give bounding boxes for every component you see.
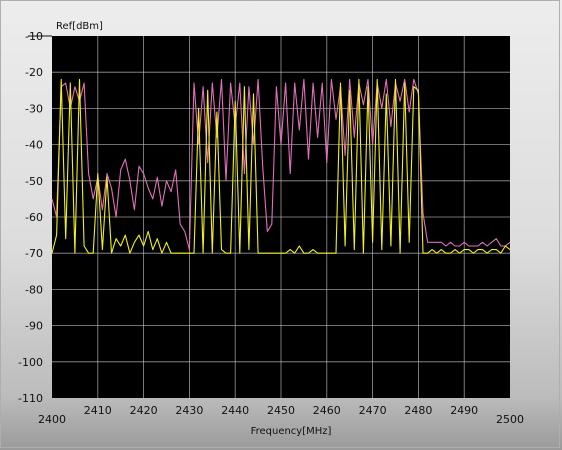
y-tick-label: -110 [18, 392, 43, 405]
x-tick-label: 2500 [496, 413, 524, 426]
y-tick-label: -40 [25, 139, 43, 152]
x-tick-label: 2450 [267, 404, 295, 417]
y-tick-label: -80 [25, 283, 43, 296]
x-tick-label: 2400 [38, 413, 66, 426]
y-tick-label: -60 [25, 211, 43, 224]
y-tick-label: -100 [18, 356, 43, 369]
x-tick-label: 2420 [130, 404, 158, 417]
x-axis-title: Frequency[MHz] [251, 426, 332, 437]
y-tick-label: -50 [25, 175, 43, 188]
x-tick-label: 2480 [404, 404, 432, 417]
spectrum-chart: -10-20-30-40-50-60-70-80-90-100-110 2400… [18, 21, 524, 437]
y-tick-label: -70 [25, 247, 43, 260]
x-tick-label: 2440 [221, 404, 249, 417]
x-tick-label: 2430 [175, 404, 203, 417]
x-axis-ticks: 2400 2410 2420 2430 2440 2450 2460 2470 2480 2490… [38, 404, 524, 426]
y-tick-label: -20 [25, 66, 43, 79]
y-tick-label: -30 [25, 102, 43, 115]
x-tick-label: 2410 [84, 404, 112, 417]
x-tick-label: 2460 [313, 404, 341, 417]
y-axis-ticks: -10-20-30-40-50-60-70-80-90-100-110 [18, 30, 52, 405]
x-tick-label: 2490 [450, 404, 478, 417]
y-tick-label: -90 [25, 320, 43, 333]
y-axis-title: Ref[dBm] [56, 21, 103, 32]
x-tick-label: 2470 [359, 404, 387, 417]
